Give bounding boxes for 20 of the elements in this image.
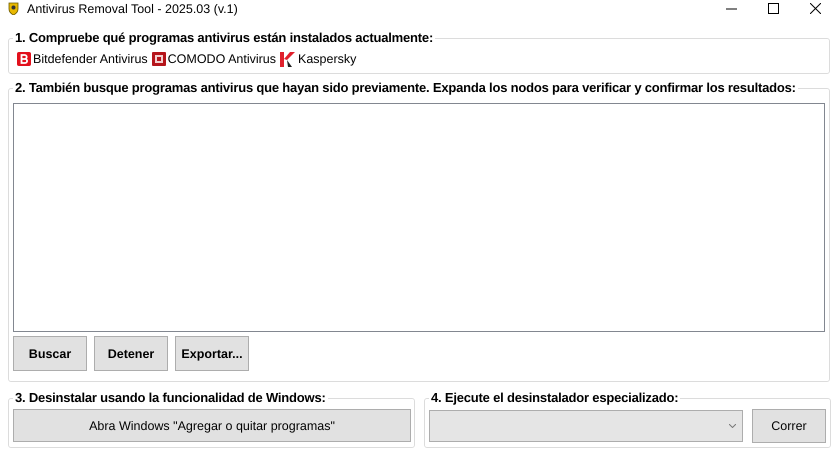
group-title: 4. Ejecute el desinstalador especializado:	[429, 390, 680, 405]
shield-icon	[8, 2, 19, 15]
close-icon[interactable]	[810, 3, 821, 14]
maximize-icon[interactable]	[768, 3, 779, 14]
chevron-down-icon	[729, 424, 736, 428]
product-name: Bitdefender Antivirus	[33, 52, 148, 66]
square-logo-icon	[152, 52, 166, 66]
open-programs-button[interactable]: Abra Windows "Agregar o quitar programas"	[13, 409, 411, 442]
group-title: 2. También busque programas antivirus que hayan sido previamente. Expanda los nodos para verificar y confirmar los resultados:	[13, 80, 798, 95]
product-name: COMODO Antivirus	[168, 52, 276, 66]
group-title: 3. Desinstalar usando la funcionalidad de Windows:	[13, 390, 328, 405]
run-button[interactable]: Correr	[752, 409, 826, 443]
action-button[interactable]: Exportar...	[175, 336, 249, 371]
window-title: Antivirus Removal Tool - 2025.03 (v.1)	[27, 2, 238, 16]
group-title: 1. Compruebe qué programas antivirus están instalados actualmente:	[13, 30, 436, 45]
action-button[interactable]: Detener	[94, 336, 168, 371]
k-logo-icon	[280, 52, 296, 66]
product-name: Kaspersky	[298, 52, 356, 66]
letter-b-icon	[17, 52, 31, 66]
action-button[interactable]: Buscar	[13, 336, 87, 371]
